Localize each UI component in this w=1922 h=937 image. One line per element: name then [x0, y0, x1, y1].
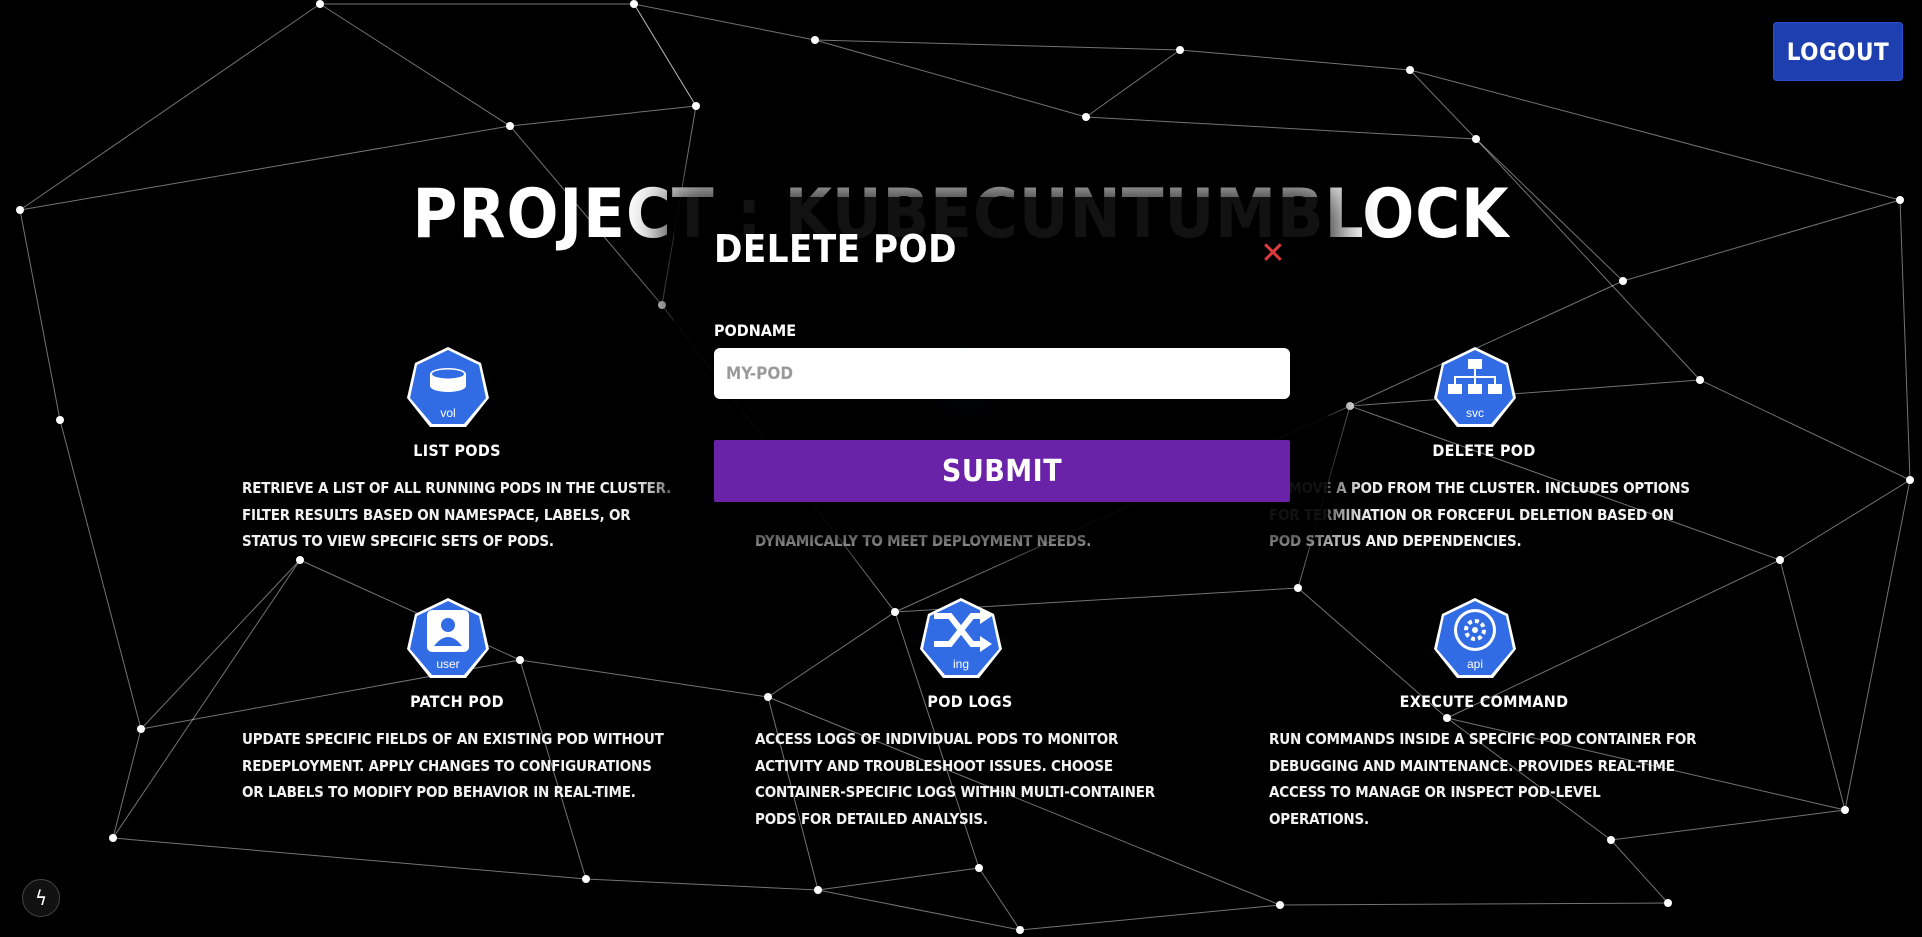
network-node	[1696, 376, 1704, 384]
ingress-icon: ing	[918, 596, 1004, 682]
bolt-icon[interactable]: ϟ	[22, 879, 60, 917]
network-line	[59, 419, 142, 730]
network-node	[1016, 926, 1024, 934]
card-badge: svc	[1466, 406, 1484, 420]
network-node	[1607, 836, 1615, 844]
network-node	[109, 834, 117, 842]
card-badge: ing	[953, 657, 969, 671]
network-line	[1779, 479, 1911, 561]
logout-button[interactable]: LOGOUT	[1773, 22, 1903, 81]
network-node	[1841, 806, 1849, 814]
delete-pod-modal: DELETE POD ✕ PODNAME SUBMIT	[674, 197, 1328, 535]
network-line	[817, 889, 1021, 931]
card-title: PATCH POD	[410, 692, 504, 711]
network-node	[516, 656, 524, 664]
network-line	[1019, 904, 1281, 931]
network-line	[814, 39, 1087, 118]
network-line	[1610, 839, 1669, 904]
network-line	[817, 867, 980, 891]
network-node	[137, 725, 145, 733]
network-line	[814, 39, 1181, 51]
network-line	[1699, 379, 1911, 481]
network-line	[633, 3, 816, 41]
network-node	[582, 875, 590, 883]
network-line	[509, 105, 697, 127]
card-description: Run commands inside a specific pod conta…	[1269, 730, 1697, 828]
card-badge: user	[436, 657, 459, 671]
api-icon: api	[1432, 596, 1518, 682]
user-icon: user	[405, 596, 491, 682]
network-node	[1619, 277, 1627, 285]
network-node	[811, 36, 819, 44]
network-node	[56, 416, 64, 424]
card-description: Update specific fields of an existing po…	[242, 730, 664, 801]
modal-title: DELETE POD	[714, 227, 957, 271]
submit-button[interactable]: SUBMIT	[714, 440, 1290, 502]
network-node	[1906, 476, 1914, 484]
card-description: Access logs of individual pods to monito…	[755, 730, 1155, 828]
network-node	[1294, 584, 1302, 592]
card-title: DELETE POD	[1432, 441, 1536, 460]
network-line	[319, 3, 511, 127]
network-node	[1082, 113, 1090, 121]
network-node	[658, 301, 666, 309]
card-badge: api	[1467, 657, 1483, 671]
close-icon[interactable]: ✕	[1258, 239, 1288, 269]
network-node	[296, 556, 304, 564]
network-line	[1779, 559, 1846, 811]
card-description: Remove a pod from the cluster. Includes …	[1269, 479, 1690, 550]
network-node	[1176, 46, 1184, 54]
card-title: POD LOGS	[927, 692, 1013, 711]
network-node	[1276, 901, 1284, 909]
network-line	[1844, 479, 1911, 811]
network-line	[1085, 49, 1181, 118]
network-line	[1085, 116, 1477, 140]
network-line	[978, 867, 1021, 931]
network-line	[112, 837, 587, 880]
network-line	[585, 878, 819, 891]
network-node	[1346, 402, 1354, 410]
network-node	[630, 0, 638, 8]
volume-icon: vol	[405, 345, 491, 431]
network-node	[1406, 66, 1414, 74]
card-badge: vol	[440, 406, 455, 420]
service-icon: svc	[1432, 345, 1518, 431]
network-line	[1349, 379, 1701, 407]
card-description: Retrieve a list of all running pods in t…	[242, 479, 671, 550]
podname-label: PODNAME	[714, 321, 797, 340]
network-line	[1279, 902, 1669, 906]
network-line	[1409, 69, 1477, 140]
card-title: LIST PODS	[413, 441, 501, 460]
podname-input[interactable]	[714, 348, 1290, 399]
network-line	[767, 611, 896, 698]
network-node	[1472, 135, 1480, 143]
network-node	[814, 886, 822, 894]
network-node	[506, 122, 514, 130]
network-line	[1179, 49, 1411, 71]
network-line	[633, 3, 697, 107]
network-node	[316, 0, 324, 8]
network-node	[975, 864, 983, 872]
network-node	[692, 102, 700, 110]
network-node	[1776, 556, 1784, 564]
network-node	[891, 608, 899, 616]
network-node	[1664, 899, 1672, 907]
network-node	[1443, 714, 1451, 722]
network-line	[112, 728, 142, 839]
card-title: EXECUTE COMMAND	[1399, 692, 1569, 711]
